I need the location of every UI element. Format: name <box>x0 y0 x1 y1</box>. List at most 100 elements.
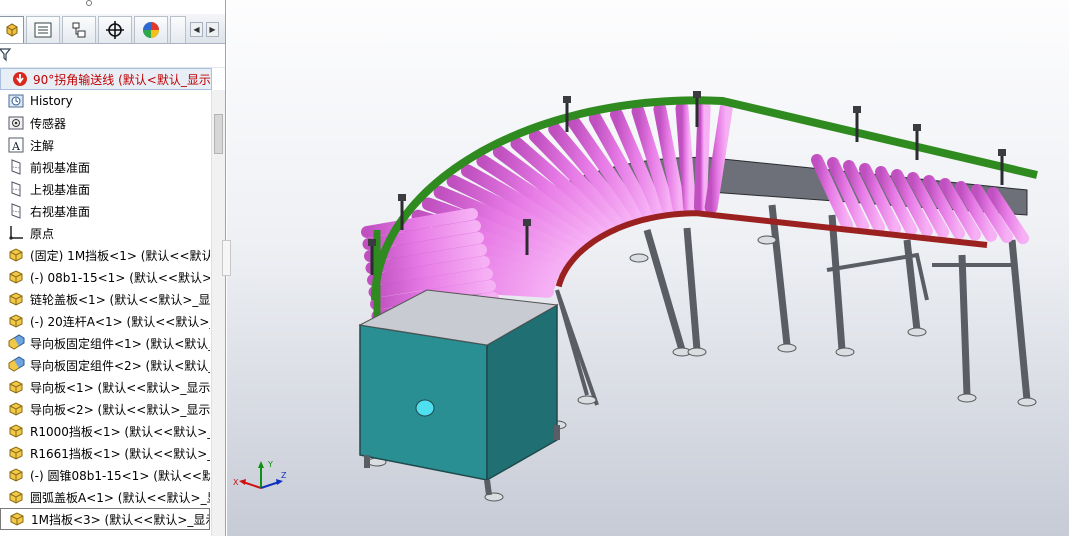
tree-item[interactable]: 导向板<2> (默认<<默认>_显示状 <box>0 398 210 420</box>
tree-item-label: 注解 <box>30 138 55 153</box>
tree-item[interactable]: 传感器 <box>0 112 210 134</box>
tree-item[interactable]: 原点 <box>0 222 210 244</box>
tree-item-label: 链轮盖板<1> (默认<<默认>_显示 <box>30 292 210 307</box>
crosshair-tab-icon <box>106 21 124 39</box>
tree-item-label: 导向板固定组件<2> (默认<默认_ <box>30 358 210 373</box>
tree-item[interactable]: (固定) 1M挡板<1> (默认<<默认 <box>0 244 210 266</box>
tree-item[interactable]: 1M挡板<3> (默认<<默认>_显示 <box>0 508 210 530</box>
tree-item[interactable]: (-) 圆锥08b1-15<1> (默认<<默认 <box>0 464 210 486</box>
tree-item-label: (-) 20连杆A<1> (默认<<默认>_ <box>30 314 210 329</box>
tab-configurationmanager[interactable] <box>62 16 96 43</box>
tree-scrollbar[interactable] <box>211 90 225 536</box>
guard-post-cap <box>563 96 571 103</box>
panel-splitter-handle[interactable] <box>222 240 231 276</box>
tab-scroll-left-button[interactable]: ◀ <box>190 22 203 37</box>
roller <box>675 101 697 214</box>
tree-item[interactable]: (-) 20连杆A<1> (默认<<默认>_ <box>0 310 210 332</box>
part-icon <box>7 312 25 330</box>
part-icon <box>7 422 25 440</box>
frame-foot <box>577 395 597 405</box>
tree-item[interactable]: (-) 08b1-15<1> (默认<<默认>_ <box>0 266 210 288</box>
tab-dimxpertmanager[interactable] <box>98 16 132 43</box>
property-tab-icon <box>34 22 52 38</box>
frame-foot <box>907 327 927 337</box>
panel-top-grip[interactable] <box>0 0 225 14</box>
tab-propertymanager[interactable] <box>26 16 60 43</box>
history-icon <box>7 92 25 110</box>
part-icon <box>7 444 25 462</box>
part-icon <box>7 290 25 308</box>
frame-leg <box>768 204 791 346</box>
triad-x-label: X <box>233 478 239 487</box>
triad-z-label: Z <box>281 471 287 480</box>
tab-overflow[interactable] <box>170 16 186 43</box>
guard-post-cap <box>913 124 921 131</box>
tree-item[interactable]: 上视基准面 <box>0 178 210 200</box>
annotation-icon: A <box>7 136 25 154</box>
guard-post-cap <box>368 239 376 246</box>
tree-item[interactable]: 导向板<1> (默认<<默认>_显示状 <box>0 376 210 398</box>
tree-item[interactable]: 链轮盖板<1> (默认<<默认>_显示 <box>0 288 210 310</box>
plane-icon <box>7 202 25 220</box>
roller <box>693 101 711 214</box>
tab-featuremanager[interactable] <box>0 16 24 43</box>
part-icon <box>7 268 25 286</box>
tab-displaymanager[interactable] <box>134 16 168 43</box>
plane-icon <box>7 158 25 176</box>
tree-item-label: History <box>30 94 73 108</box>
tree-item[interactable]: History <box>0 90 210 112</box>
frame-foot <box>957 393 977 403</box>
tree-item[interactable]: 导向板固定组件<2> (默认<默认_ <box>0 354 210 376</box>
tree-item-label: 导向板<2> (默认<<默认>_显示状 <box>30 402 210 417</box>
frame-brace <box>826 252 1017 301</box>
tree-item[interactable]: 右视基准面 <box>0 200 210 222</box>
frame-foot <box>629 253 649 263</box>
tree-item-label: (-) 圆锥08b1-15<1> (默认<<默认 <box>30 468 210 483</box>
part-icon <box>7 400 25 418</box>
tree-item-label: 前视基准面 <box>30 160 91 175</box>
frame-foot <box>1017 397 1037 407</box>
tab-scroll-right-button[interactable]: ▶ <box>206 22 219 37</box>
cabinet-port <box>415 399 435 417</box>
tree-item-label: 传感器 <box>30 116 67 131</box>
filter-icon[interactable] <box>0 48 12 62</box>
config-tab-icon <box>72 22 86 38</box>
frame-brace <box>555 289 599 406</box>
triad-y-label: Y <box>267 460 273 469</box>
frame-leg <box>828 214 846 351</box>
frame-leg <box>683 227 701 351</box>
conveyor-model-render <box>358 91 1038 502</box>
part-icon <box>7 488 25 506</box>
tree-item[interactable]: 前视基准面 <box>0 156 210 178</box>
scrollbar-thumb[interactable] <box>214 114 223 154</box>
tree-item[interactable]: A 注解 <box>0 134 210 156</box>
tree-filter-row <box>0 44 225 68</box>
tree-root-assembly[interactable]: 90°拐角输送线 (默认<默认_显示 <box>0 68 212 90</box>
tree-item-label: R1000挡板<1> (默认<<默认>_显 <box>30 424 210 439</box>
tree-item-label: 原点 <box>30 226 55 241</box>
frame-foot <box>835 347 855 357</box>
subassembly-icon <box>7 334 25 352</box>
tree-item-label: 右视基准面 <box>30 204 91 219</box>
display-tab-icon <box>143 22 159 38</box>
guard-post-cap <box>398 194 406 201</box>
part-icon <box>7 378 25 396</box>
guard-post-cap <box>998 149 1006 156</box>
subassembly-icon <box>7 356 25 374</box>
cabinet-leg <box>484 479 492 496</box>
part-icon <box>7 246 25 264</box>
tree-item-label: 导向板固定组件<1> (默认<默认_ <box>30 336 210 351</box>
plane-icon <box>7 180 25 198</box>
tree-item[interactable]: 圆弧盖板A<1> (默认<<默认>_显 <box>0 486 210 508</box>
manager-tab-bar: ◀ ▶ <box>0 14 225 44</box>
tree-item-label: (-) 08b1-15<1> (默认<<默认>_ <box>30 270 210 285</box>
tree-item[interactable]: R1000挡板<1> (默认<<默认>_显 <box>0 420 210 442</box>
tree-item[interactable]: R1661挡板<1> (默认<<默认>_显 <box>0 442 210 464</box>
svg-text:A: A <box>11 140 21 153</box>
graphics-viewport[interactable]: X Y Z <box>227 0 1069 536</box>
tree-item[interactable]: 导向板固定组件<1> (默认<默认_ <box>0 332 210 354</box>
root-assembly-label: 90°拐角输送线 (默认<默认_显示 <box>33 72 211 87</box>
frame-foot <box>687 347 707 357</box>
guard-post-cap <box>523 219 531 226</box>
assembly-tab-icon <box>6 23 18 37</box>
